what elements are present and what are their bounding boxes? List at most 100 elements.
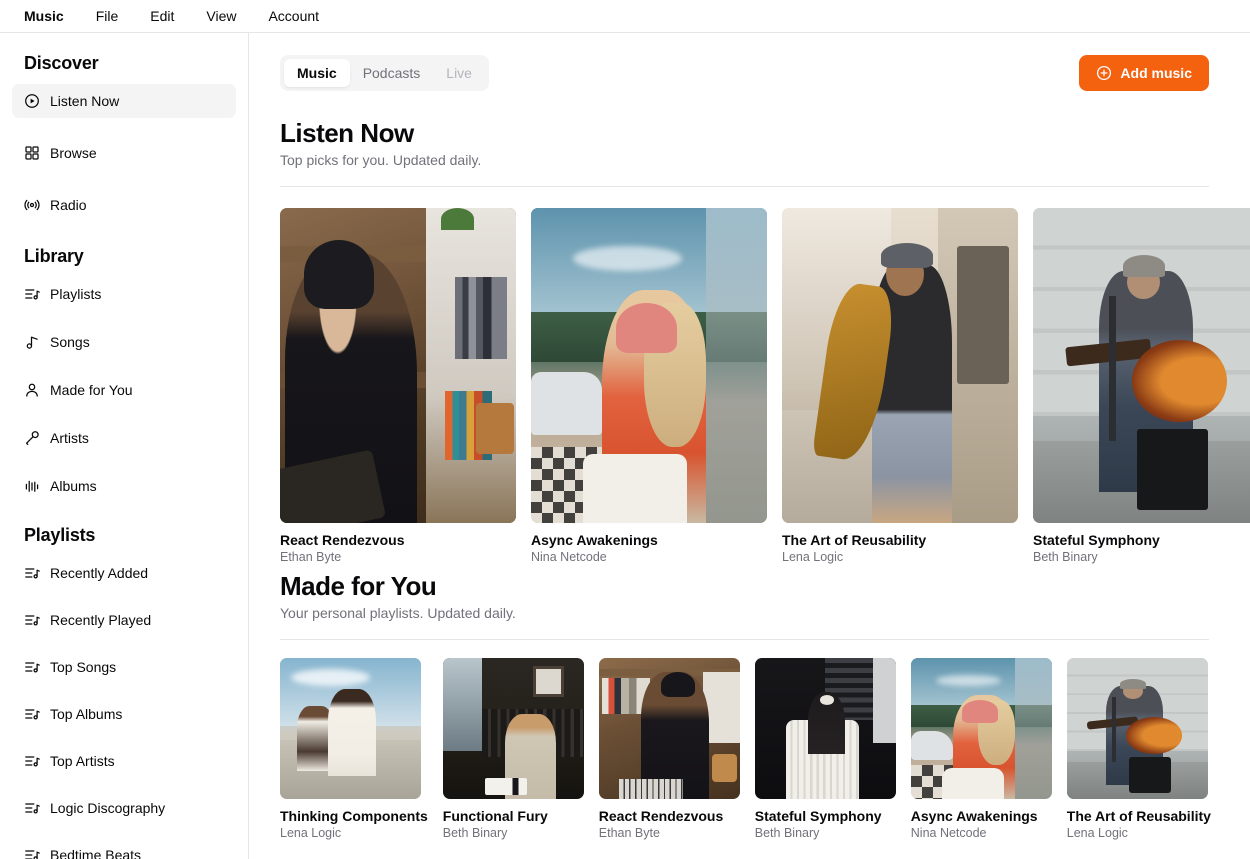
artwork-layer bbox=[706, 208, 767, 523]
sidebar-item-listen-now[interactable]: Listen Now bbox=[12, 84, 236, 118]
album-card[interactable]: The Art of ReusabilityLena Logic bbox=[1067, 658, 1211, 840]
menu-item-account[interactable]: Account bbox=[252, 4, 335, 28]
album-artwork-image bbox=[280, 208, 516, 523]
sidebar-item-top-artists[interactable]: Top Artists bbox=[12, 744, 236, 778]
content-type-tabs[interactable]: MusicPodcastsLive bbox=[280, 55, 489, 91]
app-shell: DiscoverListen NowBrowseRadioLibraryPlay… bbox=[0, 33, 1250, 859]
sidebar-item-top-songs[interactable]: Top Songs bbox=[12, 650, 236, 684]
album-artwork[interactable] bbox=[782, 208, 1018, 523]
album-card[interactable]: Stateful SymphonyBeth Binary bbox=[1033, 208, 1250, 564]
menu-item-music[interactable]: Music bbox=[8, 4, 80, 28]
album-artwork-image bbox=[599, 658, 740, 799]
plus-circle-icon bbox=[1096, 65, 1112, 81]
album-card[interactable]: Async AwakeningsNina Netcode bbox=[911, 658, 1052, 840]
album-artwork-image bbox=[1067, 658, 1208, 799]
album-artwork[interactable] bbox=[755, 658, 896, 799]
artwork-layer bbox=[443, 658, 482, 751]
sidebar-item-albums[interactable]: Albums bbox=[12, 469, 236, 503]
album-artwork-image bbox=[911, 658, 1052, 799]
sections-container: Listen NowTop picks for you. Updated dai… bbox=[280, 117, 1250, 840]
album-title: React Rendezvous bbox=[599, 808, 740, 824]
sidebar-item-label: Browse bbox=[50, 145, 97, 161]
sidebar-item-radio[interactable]: Radio bbox=[12, 188, 236, 222]
album-card[interactable]: Stateful SymphonyBeth Binary bbox=[755, 658, 896, 840]
album-card[interactable]: Thinking Components Lena Logic bbox=[280, 658, 428, 840]
album-artwork-image bbox=[1033, 208, 1250, 523]
section-made-for-you: Made for YouYour personal playlists. Upd… bbox=[280, 570, 1250, 840]
radio-waves-icon bbox=[24, 197, 40, 213]
add-music-label: Add music bbox=[1120, 65, 1192, 81]
album-row: Thinking Components Lena Logic Functional … bbox=[280, 658, 1250, 840]
album-artwork-image bbox=[782, 208, 1018, 523]
album-card[interactable]: The Art of ReusabilityLena Logic bbox=[782, 208, 1018, 564]
album-title: Stateful Symphony bbox=[755, 808, 896, 824]
tab-podcasts[interactable]: Podcasts bbox=[350, 59, 434, 87]
playlist-icon bbox=[24, 565, 40, 581]
album-artist: Nina Netcode bbox=[531, 550, 767, 564]
album-artist: Beth Binary bbox=[443, 826, 584, 840]
sidebar-item-logic-discography[interactable]: Logic Discography bbox=[12, 791, 236, 825]
album-artist: Lena Logic bbox=[280, 826, 428, 840]
album-title: Functional Fury bbox=[443, 808, 584, 824]
section-subtitle: Your personal playlists. Updated daily. bbox=[280, 605, 1250, 621]
music-note-icon bbox=[24, 334, 40, 350]
menu-bar: MusicFileEditViewAccount bbox=[0, 0, 1250, 33]
artwork-layer bbox=[957, 246, 1009, 385]
album-artwork-image bbox=[755, 658, 896, 799]
album-artwork[interactable] bbox=[911, 658, 1052, 799]
album-artwork[interactable] bbox=[1033, 208, 1250, 523]
album-title: React Rendezvous bbox=[280, 532, 516, 548]
section-listen-now: Listen NowTop picks for you. Updated dai… bbox=[280, 117, 1250, 564]
sidebar-group-title: Playlists bbox=[12, 519, 236, 556]
sidebar-item-recently-played[interactable]: Recently Played bbox=[12, 603, 236, 637]
section-divider bbox=[280, 639, 1209, 640]
menu-item-view[interactable]: View bbox=[190, 4, 252, 28]
album-artist: Nina Netcode bbox=[911, 826, 1052, 840]
sidebar-item-label: Top Artists bbox=[50, 753, 115, 769]
album-card[interactable]: React RendezvousEthan Byte bbox=[599, 658, 740, 840]
artwork-layer bbox=[1015, 658, 1052, 799]
artwork-layer bbox=[304, 240, 375, 309]
artwork-layer bbox=[531, 372, 602, 435]
playlist-icon bbox=[24, 612, 40, 628]
album-card[interactable]: Async AwakeningsNina Netcode bbox=[531, 208, 767, 564]
tab-music[interactable]: Music bbox=[284, 59, 350, 87]
microphone-icon bbox=[24, 430, 40, 446]
album-artwork[interactable] bbox=[599, 658, 740, 799]
sidebar-item-label: Listen Now bbox=[50, 93, 119, 109]
artwork-layer bbox=[455, 277, 507, 359]
album-artwork[interactable] bbox=[1067, 658, 1208, 799]
playlist-icon bbox=[24, 286, 40, 302]
artwork-layer bbox=[619, 779, 684, 799]
album-artwork[interactable] bbox=[280, 658, 421, 799]
sidebar-item-label: Recently Added bbox=[50, 565, 148, 581]
sidebar-item-recently-added[interactable]: Recently Added bbox=[12, 556, 236, 590]
sidebar-item-bedtime-beats[interactable]: Bedtime Beats bbox=[12, 838, 236, 859]
add-music-button[interactable]: Add music bbox=[1079, 55, 1209, 91]
artwork-layer bbox=[873, 658, 896, 743]
sidebar-item-label: Songs bbox=[50, 334, 90, 350]
album-artwork[interactable] bbox=[531, 208, 767, 523]
sidebar-item-browse[interactable]: Browse bbox=[12, 136, 236, 170]
artwork-layer bbox=[1137, 429, 1208, 511]
artwork-layer bbox=[661, 672, 695, 697]
sidebar-item-made-for-you[interactable]: Made for You bbox=[12, 373, 236, 407]
album-card[interactable]: React RendezvousEthan Byte bbox=[280, 208, 516, 564]
sidebar-item-artists[interactable]: Artists bbox=[12, 421, 236, 455]
artwork-layer bbox=[476, 403, 514, 453]
sidebar-group-title: Library bbox=[12, 240, 236, 277]
tab-live: Live bbox=[433, 59, 485, 87]
menu-item-edit[interactable]: Edit bbox=[134, 4, 190, 28]
sidebar-item-songs[interactable]: Songs bbox=[12, 325, 236, 359]
album-artwork[interactable] bbox=[443, 658, 584, 799]
sidebar-item-top-albums[interactable]: Top Albums bbox=[12, 697, 236, 731]
album-title: Thinking Components bbox=[280, 808, 428, 824]
menu-item-file[interactable]: File bbox=[80, 4, 135, 28]
album-card[interactable]: Functional Fury Beth Binary bbox=[443, 658, 584, 840]
artwork-layer bbox=[1129, 757, 1171, 794]
sidebar-item-playlists[interactable]: Playlists bbox=[12, 277, 236, 311]
sidebar-item-label: Logic Discography bbox=[50, 800, 165, 816]
playlist-icon bbox=[24, 659, 40, 675]
album-artwork[interactable] bbox=[280, 208, 516, 523]
sidebar-group-discover: DiscoverListen NowBrowseRadio bbox=[12, 47, 236, 222]
